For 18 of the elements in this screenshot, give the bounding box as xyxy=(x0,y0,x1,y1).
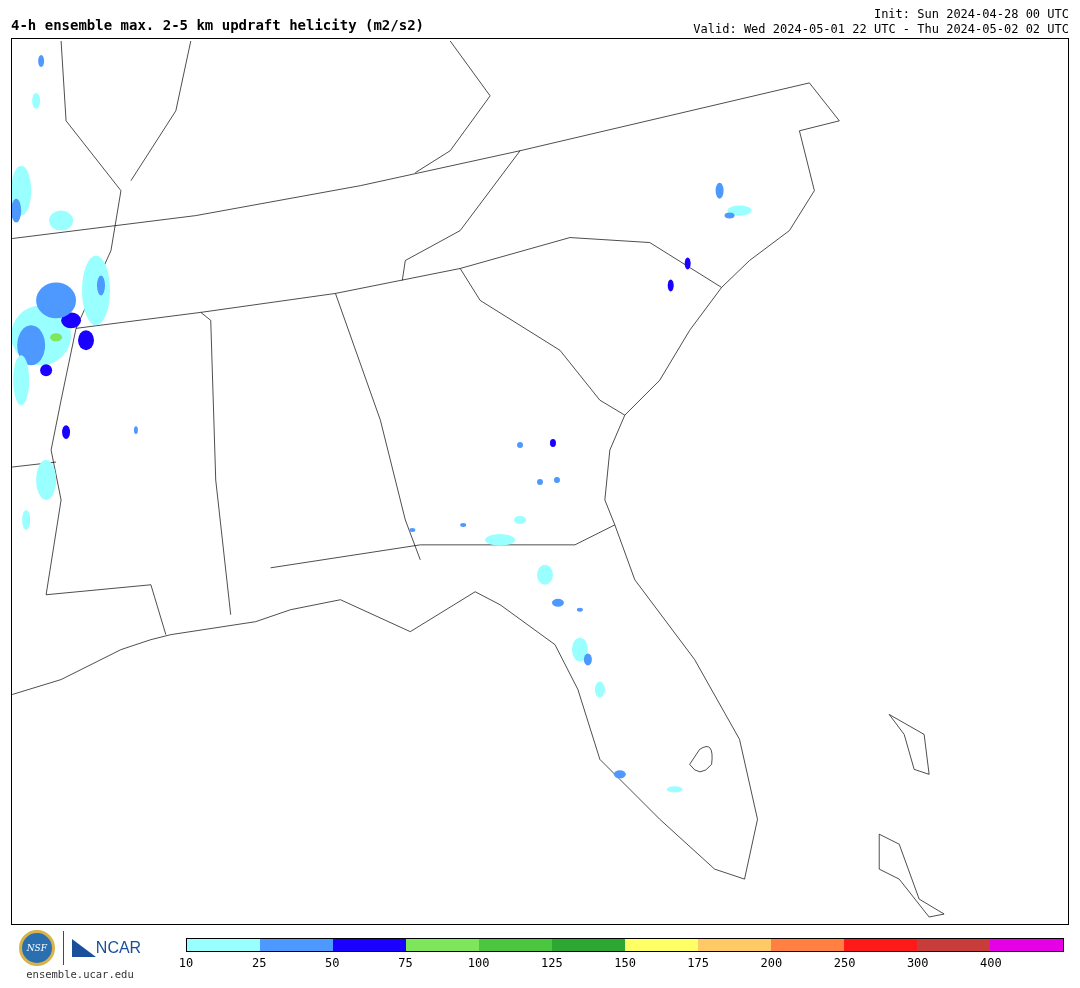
scale-tick-label: 100 xyxy=(467,956,490,970)
seal-logo: NSF xyxy=(18,930,55,966)
scale-tick-label: 175 xyxy=(687,956,710,970)
scale-tick-label: 75 xyxy=(398,956,413,970)
scale-tick-label: 300 xyxy=(906,956,929,970)
scale-tick-label: 125 xyxy=(541,956,563,970)
scale-tick-label: 250 xyxy=(833,956,856,970)
ncar-logo: NCAR xyxy=(71,939,142,957)
scale-tick-label: 400 xyxy=(980,956,1002,970)
website-url: ensemble.ucar.edu xyxy=(26,968,134,980)
scale-tick-label: 10 xyxy=(178,956,194,970)
scale-tick-label: 150 xyxy=(614,956,636,970)
init-time: Init: Sun 2024-04-28 00 UTC xyxy=(872,7,1069,22)
chart-title: 4-h ensemble max. 2-5 km updraft helicity (m2/s2) xyxy=(11,17,424,35)
scale-tick-label: 25 xyxy=(251,956,267,970)
scale-tick-label: 50 xyxy=(325,956,340,970)
valid-time: Valid: Wed 2024-05-01 22 UTC - Thu 2024-05-02 02 UTC xyxy=(693,22,1069,37)
scale-tick-label: 200 xyxy=(760,956,783,970)
